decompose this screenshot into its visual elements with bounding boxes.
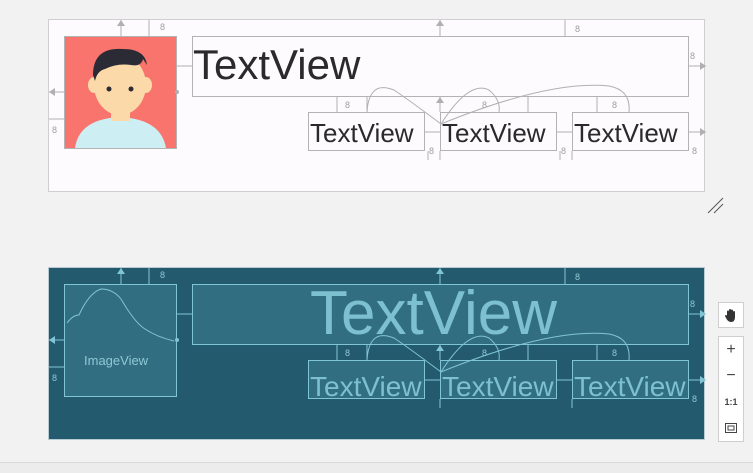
blueprint-imageview[interactable]: ImageView bbox=[64, 284, 177, 397]
margin-label: 8 bbox=[482, 348, 488, 358]
margin-label: 8 bbox=[612, 100, 618, 110]
blueprint-title-textview[interactable]: TextView bbox=[192, 284, 689, 345]
margin-label: 8 bbox=[575, 272, 581, 282]
margin-label: 8 bbox=[345, 348, 351, 358]
row-textview-3-text: TextView bbox=[574, 118, 678, 148]
blueprint-row-text-1: TextView bbox=[310, 371, 422, 399]
blueprint-row-text-2: TextView bbox=[442, 371, 554, 399]
blueprint-row-textview-1[interactable]: TextView bbox=[308, 360, 425, 399]
margin-label: 8 bbox=[692, 146, 698, 156]
imageview-label: ImageView bbox=[84, 353, 149, 368]
blueprint-row-textview-2[interactable]: TextView bbox=[440, 360, 557, 399]
margin-label: 8 bbox=[690, 299, 696, 309]
row-textview-3[interactable]: TextView bbox=[572, 112, 689, 151]
margin-label: 8 bbox=[345, 100, 351, 110]
margin-label: 8 bbox=[429, 146, 435, 156]
fit-screen-icon bbox=[725, 423, 737, 433]
hand-icon bbox=[725, 309, 735, 322]
margin-label: 8 bbox=[160, 22, 166, 32]
margin-label: 8 bbox=[52, 373, 58, 383]
status-bar bbox=[0, 462, 753, 473]
fit-screen-button[interactable] bbox=[719, 415, 743, 441]
zoom-out-icon: − bbox=[726, 367, 736, 384]
margin-label: 8 bbox=[612, 348, 618, 358]
blueprint-surface[interactable]: ImageView TextView TextView TextView Tex… bbox=[48, 267, 706, 440]
zoom-in-button[interactable]: + bbox=[719, 337, 743, 363]
margin-label: 8 bbox=[692, 394, 698, 404]
actual-size-button[interactable]: 1:1 bbox=[719, 389, 743, 415]
margin-label: 8 bbox=[482, 100, 488, 110]
design-surface[interactable]: TextView TextView TextView TextView 8 8 … bbox=[48, 19, 706, 192]
margin-label: 8 bbox=[160, 270, 166, 280]
row-textview-2[interactable]: TextView bbox=[440, 112, 557, 151]
blueprint-title-text: TextView bbox=[310, 284, 557, 345]
blueprint-row-textview-3[interactable]: TextView bbox=[572, 360, 689, 399]
imageview-placeholder-icon bbox=[66, 288, 175, 342]
title-textview-text: TextView bbox=[193, 41, 361, 88]
margin-label: 8 bbox=[52, 125, 58, 135]
row-textview-1[interactable]: TextView bbox=[308, 112, 425, 151]
avatar-image[interactable] bbox=[64, 36, 177, 149]
resize-handle-icon[interactable] bbox=[706, 196, 726, 216]
zoom-in-icon: + bbox=[726, 341, 736, 358]
blueprint-row-text-3: TextView bbox=[574, 371, 686, 399]
margin-label: 8 bbox=[561, 146, 567, 156]
zoom-controls: + − 1:1 bbox=[718, 336, 744, 442]
row-textview-1-text: TextView bbox=[310, 118, 414, 148]
margin-label: 8 bbox=[575, 24, 581, 34]
row-textview-2-text: TextView bbox=[442, 118, 546, 148]
margin-label: 8 bbox=[690, 51, 696, 61]
zoom-out-button[interactable]: − bbox=[719, 363, 743, 389]
title-textview[interactable]: TextView bbox=[192, 36, 689, 97]
avatar-illustration-icon bbox=[65, 37, 176, 148]
actual-size-label: 1:1 bbox=[724, 397, 738, 407]
pan-tool-button[interactable] bbox=[718, 302, 744, 328]
